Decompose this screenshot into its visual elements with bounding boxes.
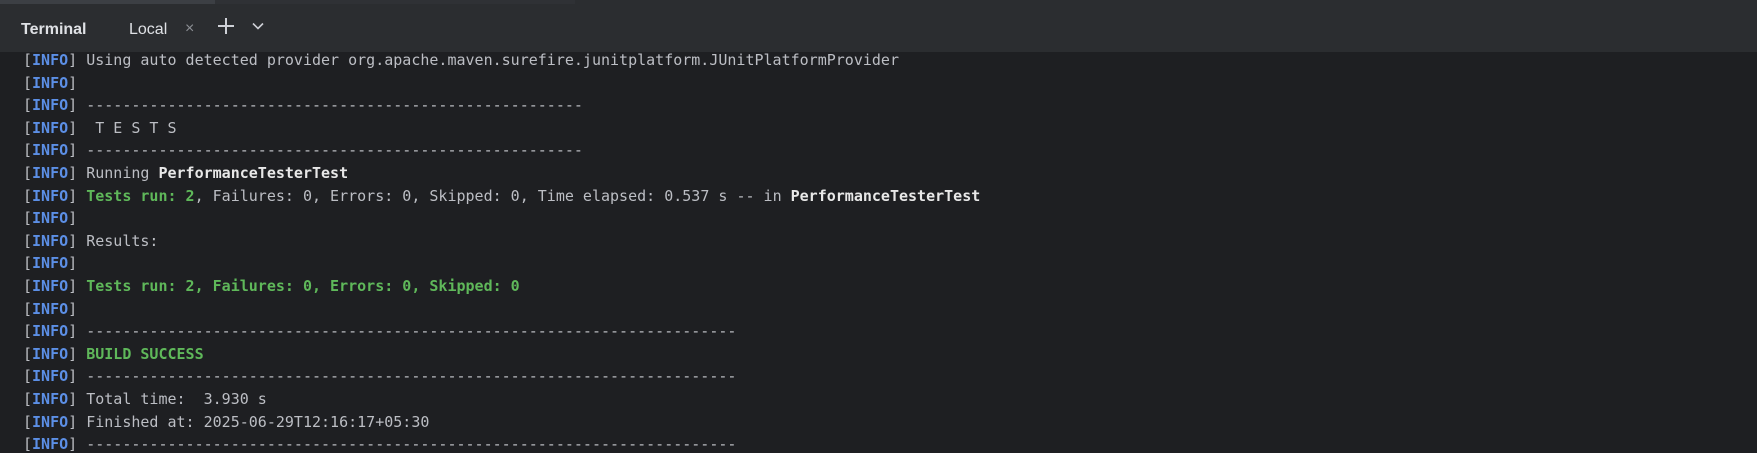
log-level: INFO bbox=[32, 231, 69, 250]
terminal-line: [INFO] ---------------------------------… bbox=[23, 433, 980, 453]
log-bracket: ] bbox=[68, 73, 78, 92]
log-text: Running bbox=[86, 163, 159, 182]
terminal-line: [INFO] bbox=[23, 72, 980, 95]
log-text: BUILD SUCCESS bbox=[86, 344, 204, 363]
log-bracket: [ bbox=[23, 367, 33, 386]
terminal-line: [INFO] ---------------------------------… bbox=[23, 94, 980, 117]
log-text: ----------------------------------------… bbox=[86, 96, 583, 115]
log-bracket: [ bbox=[23, 344, 33, 363]
log-level: INFO bbox=[32, 186, 69, 205]
log-bracket: ] bbox=[68, 254, 78, 273]
close-icon[interactable]: × bbox=[185, 20, 194, 38]
log-bracket: ] bbox=[68, 96, 78, 115]
log-level: INFO bbox=[32, 412, 69, 431]
log-bracket: ] bbox=[68, 52, 78, 69]
log-bracket: ] bbox=[68, 322, 78, 341]
log-bracket: [ bbox=[23, 73, 33, 92]
log-level: INFO bbox=[32, 118, 69, 137]
log-bracket: ] bbox=[68, 435, 78, 453]
log-text: ----------------------------------------… bbox=[86, 141, 583, 160]
log-bracket: ] bbox=[68, 344, 78, 363]
terminal-output[interactable]: [INFO] Using auto detected provider org.… bbox=[0, 52, 1757, 453]
terminal-line: [INFO] Tests run: 2, Failures: 0, Errors… bbox=[23, 185, 980, 208]
log-bracket: [ bbox=[23, 322, 33, 341]
log-level: INFO bbox=[32, 163, 69, 182]
terminal-line: [INFO] T E S T S bbox=[23, 117, 980, 140]
log-bracket: [ bbox=[23, 276, 33, 295]
log-level: INFO bbox=[32, 73, 69, 92]
tab-local[interactable]: Local bbox=[129, 4, 209, 55]
log-text: PerformanceTesterTest bbox=[158, 163, 349, 182]
terminal-line: [INFO] BUILD SUCCESS bbox=[23, 343, 980, 366]
terminal-line: [INFO] ---------------------------------… bbox=[23, 139, 980, 162]
chevron-down-icon[interactable] bbox=[250, 18, 266, 34]
tab-label[interactable]: Local bbox=[129, 21, 167, 39]
log-level: INFO bbox=[32, 209, 69, 228]
terminal-line: [INFO] Running PerformanceTesterTest bbox=[23, 162, 980, 185]
log-text: Using auto detected provider org.apache.… bbox=[86, 52, 899, 69]
log-bracket: ] bbox=[68, 209, 78, 228]
log-level: INFO bbox=[32, 344, 69, 363]
log-text: PerformanceTesterTest bbox=[790, 186, 981, 205]
log-bracket: ] bbox=[68, 141, 78, 160]
log-bracket: ] bbox=[68, 389, 78, 408]
log-bracket: ] bbox=[68, 299, 78, 318]
log-text: T E S T S bbox=[86, 118, 177, 137]
log-text: , Failures: 0, Errors: 0, Skipped: 0, Ti… bbox=[194, 186, 791, 205]
log-bracket: ] bbox=[68, 231, 78, 250]
log-text: Total time: 3.930 s bbox=[86, 389, 267, 408]
log-level: INFO bbox=[32, 254, 69, 273]
log-text: Finished at: 2025-06-29T12:16:17+05:30 bbox=[86, 412, 430, 431]
log-text: ----------------------------------------… bbox=[86, 367, 737, 386]
log-bracket: [ bbox=[23, 52, 33, 69]
log-bracket: [ bbox=[23, 389, 33, 408]
tool-window-title: Terminal bbox=[21, 21, 87, 38]
log-bracket: [ bbox=[23, 141, 33, 160]
log-level: INFO bbox=[32, 389, 69, 408]
log-bracket: [ bbox=[23, 231, 33, 250]
terminal-line: [INFO] bbox=[23, 298, 980, 321]
log-level: INFO bbox=[32, 435, 69, 453]
terminal-lines: [INFO] Using auto detected provider org.… bbox=[23, 52, 980, 453]
log-level: INFO bbox=[32, 322, 69, 341]
log-bracket: [ bbox=[23, 186, 33, 205]
log-level: INFO bbox=[32, 52, 69, 69]
log-bracket: ] bbox=[68, 118, 78, 137]
log-bracket: [ bbox=[23, 118, 33, 137]
log-level: INFO bbox=[32, 299, 69, 318]
log-bracket: [ bbox=[23, 299, 33, 318]
terminal-line: [INFO] Using auto detected provider org.… bbox=[23, 52, 980, 72]
log-bracket: ] bbox=[68, 367, 78, 386]
log-bracket: [ bbox=[23, 435, 33, 453]
terminal-line: [INFO] Finished at: 2025-06-29T12:16:17+… bbox=[23, 411, 980, 434]
log-bracket: ] bbox=[68, 412, 78, 431]
log-bracket: ] bbox=[68, 186, 78, 205]
terminal-line: [INFO] bbox=[23, 252, 980, 275]
log-bracket: ] bbox=[68, 276, 78, 295]
terminal-line: [INFO] Total time: 3.930 s bbox=[23, 388, 980, 411]
terminal-line: [INFO] ---------------------------------… bbox=[23, 320, 980, 343]
terminal-line: [INFO] Results: bbox=[23, 230, 980, 253]
plus-icon[interactable] bbox=[216, 16, 236, 36]
log-bracket: [ bbox=[23, 254, 33, 273]
log-bracket: [ bbox=[23, 209, 33, 228]
terminal-line: [INFO] ---------------------------------… bbox=[23, 365, 980, 388]
terminal-toolbar: Terminal Local × bbox=[0, 4, 1757, 56]
log-bracket: ] bbox=[68, 163, 78, 182]
log-level: INFO bbox=[32, 96, 69, 115]
log-text: Tests run: 2 bbox=[86, 186, 195, 205]
terminal-line: [INFO] Tests run: 2, Failures: 0, Errors… bbox=[23, 275, 980, 298]
log-level: INFO bbox=[32, 367, 69, 386]
terminal-line: [INFO] bbox=[23, 207, 980, 230]
log-level: INFO bbox=[32, 141, 69, 160]
log-bracket: [ bbox=[23, 163, 33, 182]
log-bracket: [ bbox=[23, 412, 33, 431]
log-level: INFO bbox=[32, 276, 69, 295]
log-bracket: [ bbox=[23, 96, 33, 115]
log-text: Results: bbox=[86, 231, 159, 250]
log-text: Tests run: 2, Failures: 0, Errors: 0, Sk… bbox=[86, 276, 520, 295]
log-text: ----------------------------------------… bbox=[86, 435, 737, 453]
log-text: ----------------------------------------… bbox=[86, 322, 737, 341]
